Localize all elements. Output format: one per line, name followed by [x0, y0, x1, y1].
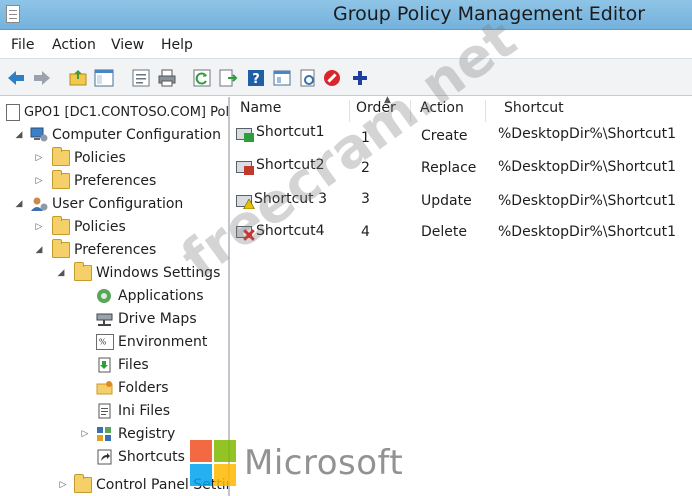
expand-arrow-icon[interactable]: ▷ — [80, 429, 90, 439]
tree-label: Drive Maps — [118, 311, 197, 327]
tree-item-uc-policies[interactable]: Policies — [52, 216, 126, 237]
gpo-document-icon — [6, 103, 20, 121]
properties-icon[interactable] — [131, 68, 151, 88]
computer-icon — [30, 127, 48, 143]
microsoft-logo: Microsoft — [190, 440, 403, 486]
tree-label: User Configuration — [52, 196, 184, 212]
tree-label: Files — [118, 357, 149, 373]
drive-map-icon — [96, 311, 114, 327]
tree-label: Folders — [118, 380, 169, 396]
environment-icon: % — [96, 334, 114, 350]
filter-icon[interactable] — [298, 68, 318, 88]
column-header-name[interactable]: Name — [240, 100, 281, 122]
back-arrow-icon[interactable] — [6, 68, 26, 88]
tree-label: Policies — [74, 219, 126, 235]
expand-arrow-icon[interactable]: ▷ — [34, 153, 44, 163]
collapse-arrow-icon[interactable]: ◢ — [14, 130, 24, 140]
help-icon[interactable]: ? — [246, 68, 266, 88]
menu-help[interactable]: Help — [161, 37, 193, 53]
menu-file[interactable]: File — [11, 37, 34, 53]
tree-label: GPO1 [DC1.CONTOSO.COM] Policy — [24, 104, 230, 120]
user-icon — [30, 196, 48, 212]
microsoft-wordmark: Microsoft — [244, 443, 404, 483]
tree-item-computer-configuration[interactable]: Computer Configuration — [30, 125, 221, 145]
menu-bar: File Action View Help — [0, 31, 692, 57]
menu-action[interactable]: Action — [52, 37, 96, 53]
title-bar: Group Policy Management Editor — [0, 0, 692, 30]
export-list-icon[interactable] — [218, 68, 238, 88]
svg-text:%: % — [99, 338, 107, 347]
collapse-arrow-icon[interactable]: ◢ — [56, 268, 66, 278]
expand-arrow-icon[interactable]: ▷ — [34, 176, 44, 186]
refresh-icon[interactable] — [192, 68, 212, 88]
shortcuts-icon — [96, 449, 114, 465]
tree-label: Computer Configuration — [52, 127, 221, 143]
tree-label: Ini Files — [118, 403, 171, 419]
column-divider[interactable] — [485, 100, 486, 122]
registry-icon — [96, 426, 114, 442]
add-icon[interactable] — [350, 68, 370, 88]
tree-item-gpo-root[interactable]: GPO1 [DC1.CONTOSO.COM] Policy — [6, 102, 230, 122]
collapse-arrow-icon[interactable]: ◢ — [14, 199, 24, 209]
folder-icon — [52, 239, 70, 258]
toolbar: ? — [0, 58, 692, 96]
folder-icon — [52, 170, 70, 189]
forward-arrow-icon[interactable] — [32, 68, 52, 88]
folder-icon — [52, 216, 70, 235]
tree-item-folders[interactable]: Folders — [96, 378, 169, 398]
cell-order: 4 — [361, 224, 370, 240]
shortcut-replace-icon — [236, 159, 256, 175]
tree-label: Applications — [118, 288, 204, 304]
cell-action: Delete — [421, 224, 467, 240]
tree-item-uc-preferences[interactable]: Preferences — [52, 239, 157, 260]
tree-item-cc-preferences[interactable]: Preferences — [52, 170, 157, 191]
stop-icon[interactable] — [322, 68, 342, 88]
console-tree: GPO1 [DC1.CONTOSO.COM] Policy ◢ Computer… — [0, 97, 230, 496]
gpo-editor-app-icon — [6, 5, 20, 23]
collapse-arrow-icon[interactable]: ◢ — [34, 245, 44, 255]
expand-arrow-icon[interactable]: ▷ — [58, 480, 68, 490]
tree-item-user-configuration[interactable]: User Configuration — [30, 194, 183, 214]
show-hide-tree-icon[interactable] — [94, 68, 114, 88]
tree-item-environment[interactable]: % Environment — [96, 332, 207, 352]
tree-item-files[interactable]: Files — [96, 355, 149, 375]
cell-shortcut-path: %DesktopDir%\Shortcut1 — [498, 159, 677, 175]
files-icon — [96, 357, 114, 373]
ini-file-icon — [96, 403, 114, 419]
tree-item-registry[interactable]: Registry — [96, 424, 175, 444]
cell-shortcut-path: %DesktopDir%\Shortcut1 — [498, 193, 677, 209]
tree-item-ini-files[interactable]: Ini Files — [96, 401, 170, 421]
tree-label: Registry — [118, 426, 176, 442]
print-icon[interactable] — [157, 68, 177, 88]
svg-text:?: ? — [252, 72, 260, 87]
menu-view[interactable]: View — [111, 37, 144, 53]
tree-label: Preferences — [74, 173, 157, 189]
folders-icon — [96, 380, 114, 396]
tree-label: Preferences — [74, 242, 157, 258]
cell-action: Update — [421, 193, 472, 209]
applications-icon — [96, 288, 114, 304]
up-folder-icon[interactable] — [68, 68, 88, 88]
cell-action: Replace — [421, 160, 477, 176]
tree-item-drive-maps[interactable]: Drive Maps — [96, 309, 197, 329]
cell-shortcut-path: %DesktopDir%\Shortcut1 — [498, 126, 677, 142]
tree-label: Shortcuts — [118, 449, 185, 465]
folder-icon — [52, 147, 70, 166]
expand-arrow-icon[interactable]: ▷ — [34, 222, 44, 232]
microsoft-logo-icon — [190, 440, 236, 486]
shortcut-create-icon — [236, 126, 256, 142]
tree-item-applications[interactable]: Applications — [96, 286, 204, 306]
tree-item-shortcuts[interactable]: Shortcuts — [96, 447, 185, 467]
tree-item-cc-policies[interactable]: Policies — [52, 147, 126, 168]
folder-icon — [74, 262, 92, 281]
folder-icon — [74, 474, 92, 493]
cell-order: 3 — [361, 191, 370, 207]
tree-label: Environment — [118, 334, 208, 350]
mmc-help-icon[interactable] — [272, 68, 292, 88]
cell-shortcut-path: %DesktopDir%\Shortcut1 — [498, 224, 677, 240]
tree-label: Policies — [74, 150, 126, 166]
column-header-shortcut[interactable]: Shortcut — [504, 100, 564, 122]
